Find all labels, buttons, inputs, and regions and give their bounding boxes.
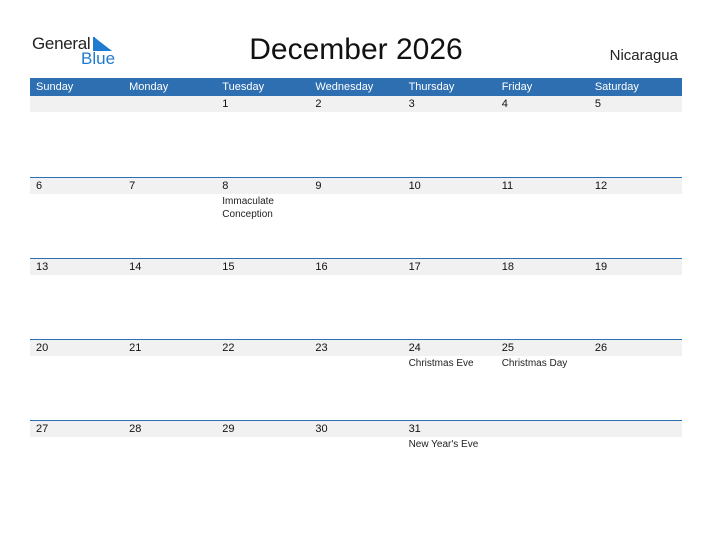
day-number: 28 xyxy=(129,423,142,435)
day-cell: 28 xyxy=(123,421,216,502)
day-number: 11 xyxy=(501,180,514,192)
day-cell: 2 xyxy=(309,96,402,177)
day-cell: 26 xyxy=(589,340,682,421)
day-cell: 27 xyxy=(30,421,123,502)
day-cell: 16 xyxy=(309,259,402,340)
day-number: 14 xyxy=(129,261,142,273)
day-cell: 12 xyxy=(589,178,682,259)
day-number: 12 xyxy=(594,180,608,192)
week-row: 20 21 22 23 24 Christmas Eve 25 Christmas Day 26 xyxy=(30,339,682,421)
day-cell: 23 xyxy=(309,340,402,421)
day-number: 9 xyxy=(315,180,322,192)
day-cell: 20 xyxy=(30,340,123,421)
weekday-tuesday: Tuesday xyxy=(222,81,265,93)
day-cell: 17 xyxy=(403,259,496,340)
day-number: 20 xyxy=(36,342,49,354)
weekday-monday: Monday xyxy=(129,81,169,93)
country-label: Nicaragua xyxy=(609,47,678,64)
day-number: 23 xyxy=(315,342,328,354)
weekday-sunday: Sunday xyxy=(36,81,74,93)
weekday-thursday: Thursday xyxy=(408,81,455,93)
weekday-header: Sunday Monday Tuesday Wednesday Thursday… xyxy=(30,78,682,96)
day-cell: 5 xyxy=(589,96,682,177)
week-row: 13 14 15 16 17 18 19 xyxy=(30,258,682,340)
day-cell: 13 xyxy=(30,259,123,340)
holiday-label: New Year's Eve xyxy=(408,439,479,450)
day-cell: 11 xyxy=(496,178,589,259)
day-number: 24 xyxy=(408,342,421,354)
day-cell: 14 xyxy=(123,259,216,340)
day-number: 21 xyxy=(129,342,142,354)
week-row: 1 2 3 4 5 xyxy=(30,96,682,177)
day-number: 4 xyxy=(501,98,508,110)
day-number: 6 xyxy=(36,180,43,192)
weekday-wednesday: Wednesday xyxy=(315,81,374,93)
day-number: 7 xyxy=(129,180,136,192)
day-number: 29 xyxy=(222,423,235,435)
day-cell: 18 xyxy=(496,259,589,340)
day-cell: 6 xyxy=(30,178,123,259)
day-cell: 22 xyxy=(216,340,309,421)
day-number: 30 xyxy=(315,423,328,435)
day-number: 17 xyxy=(408,261,421,273)
day-number: 13 xyxy=(36,261,49,273)
day-cell: 10 xyxy=(403,178,496,259)
day-number: 1 xyxy=(222,98,229,110)
day-number: 8 xyxy=(222,180,229,192)
weekday-saturday: Saturday xyxy=(594,81,639,93)
day-number: 15 xyxy=(222,261,235,273)
day-cell: 4 xyxy=(496,96,589,177)
day-number: 2 xyxy=(315,98,322,110)
day-cell: 3 xyxy=(403,96,496,177)
weekday-friday: Friday xyxy=(501,81,533,93)
day-number: 5 xyxy=(594,98,601,110)
day-number: 3 xyxy=(408,98,415,110)
day-cell: 8 Immaculate Conception xyxy=(216,178,309,259)
day-cell: 7 xyxy=(123,178,216,259)
day-cell: 31 New Year's Eve xyxy=(403,421,496,502)
day-number: 19 xyxy=(594,261,608,273)
day-cell: 15 xyxy=(216,259,309,340)
holiday-label: Christmas Day xyxy=(501,358,568,369)
day-cell: 30 xyxy=(309,421,402,502)
day-number: 16 xyxy=(315,261,328,273)
day-number: 18 xyxy=(501,261,514,273)
day-cell: 29 xyxy=(216,421,309,502)
day-cell: 19 xyxy=(589,259,682,340)
day-cell xyxy=(496,421,589,502)
day-number: 27 xyxy=(36,423,49,435)
week-row: 6 7 8 Immaculate Conception 9 10 11 12 xyxy=(30,177,682,259)
day-number: 10 xyxy=(408,180,421,192)
day-cell: 1 xyxy=(216,96,309,177)
day-number: 26 xyxy=(594,342,608,354)
day-cell: 24 Christmas Eve xyxy=(403,340,496,421)
day-number: 31 xyxy=(408,423,421,435)
day-cell xyxy=(30,96,123,177)
day-cell: 25 Christmas Day xyxy=(496,340,589,421)
day-cell: 21 xyxy=(123,340,216,421)
holiday-label: Christmas Eve xyxy=(408,358,474,369)
day-cell: 9 xyxy=(309,178,402,259)
page-title: December 2026 xyxy=(249,33,463,66)
day-cell xyxy=(589,421,682,502)
week-row: 27 28 29 30 31 New Year's Eve xyxy=(30,420,682,502)
day-cell xyxy=(123,96,216,177)
day-number: 22 xyxy=(222,342,235,354)
holiday-label: Immaculate Conception xyxy=(222,196,274,220)
day-number: 25 xyxy=(501,342,514,354)
